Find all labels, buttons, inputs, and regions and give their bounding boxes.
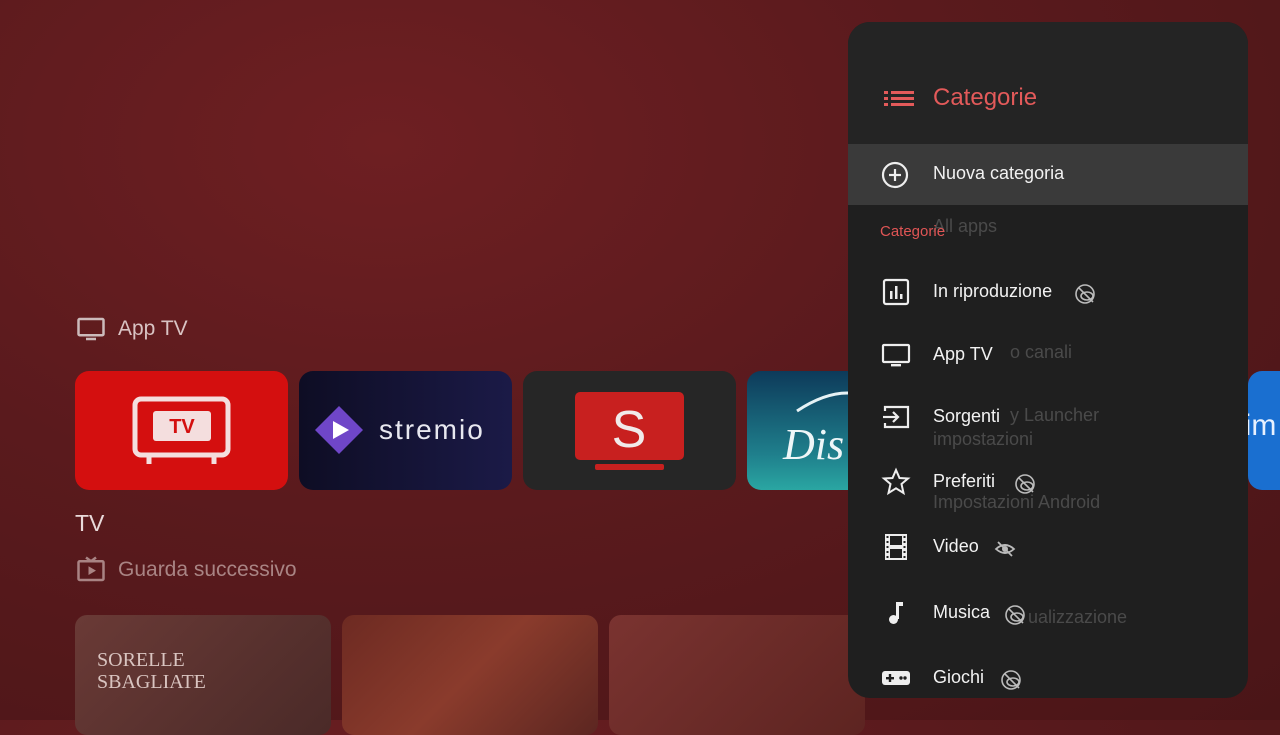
star-icon (881, 467, 911, 496)
category-label: App TV (933, 344, 993, 364)
svg-text:Dis: Dis (782, 420, 844, 469)
hidden-eye-icon (994, 541, 1016, 557)
prime-video-logo: prim (1248, 409, 1277, 442)
play-next-icon (77, 556, 105, 582)
stremio-logo (315, 406, 363, 454)
film-icon (885, 534, 907, 560)
stremio-wordmark: stremio (379, 414, 485, 445)
hidden-eye-icon (1075, 284, 1095, 304)
category-item-app-tv[interactable]: App TV (848, 331, 1248, 379)
watch-next-thumbnail[interactable] (609, 615, 865, 735)
hidden-eye-icon (1001, 670, 1021, 690)
category-item-in-riproduzione[interactable]: In riproduzione (848, 268, 1248, 316)
watch-next-title: Guarda successivo (76, 555, 297, 585)
category-label: Video (933, 536, 979, 556)
category-item-giochi[interactable]: Giochi (848, 654, 1248, 698)
category-label: Musica (933, 602, 991, 622)
category-label: Sorgenti (933, 406, 1001, 426)
new-category-label: Nuova categoria (933, 163, 1065, 183)
input-icon (883, 405, 910, 429)
tv-icon (77, 317, 105, 341)
bar-chart-icon (882, 278, 910, 306)
tv-heading: TV (75, 510, 105, 536)
watch-next-thumbnail[interactable]: SORELLE SBAGLIATE (75, 615, 331, 735)
panel-title: Categorie (933, 84, 1038, 111)
svg-text:S: S (612, 401, 647, 459)
new-category-button[interactable]: Nuova categoria (848, 144, 1248, 205)
category-item-preferiti[interactable]: Preferiti (848, 458, 1248, 506)
tv-app-icon: TV (132, 396, 231, 464)
panel-header: Categorie (848, 22, 1248, 144)
categories-panel: Categorie Nuova categoria All apps o can… (848, 22, 1248, 698)
category-item-musica[interactable]: Musica (848, 589, 1248, 637)
category-label: In riproduzione (933, 281, 1053, 301)
category-item-video[interactable]: Video (848, 523, 1248, 571)
category-label: Giochi (933, 667, 985, 687)
add-circle-icon (881, 161, 909, 189)
tv-icon (881, 343, 911, 367)
app-tile-stremio[interactable]: stremio (299, 371, 512, 490)
hidden-eye-icon (1015, 474, 1035, 494)
music-note-icon (889, 602, 903, 624)
app-tv-row-label: App TV (118, 317, 188, 340)
watch-next-label: Guarda successivo (118, 558, 297, 581)
categories-subheader: Categorie (880, 223, 946, 240)
watch-next-thumbnail[interactable] (342, 615, 598, 735)
svg-text:TV: TV (169, 416, 195, 438)
app-tv-row-title: App TV (76, 314, 188, 344)
thumbnail-title: SORELLE SBAGLIATE (97, 649, 206, 693)
category-label: Preferiti (933, 471, 996, 491)
gamepad-icon (882, 671, 910, 685)
app-tile-s[interactable]: S (523, 371, 736, 490)
app-tile-tv[interactable]: TV (75, 371, 288, 490)
app-tile-prime[interactable]: prim (1248, 371, 1280, 490)
list-icon (884, 91, 914, 106)
s-app-logo: S (575, 392, 684, 470)
category-item-sorgenti[interactable]: Sorgenti (848, 393, 1248, 441)
hidden-eye-icon (1005, 605, 1025, 625)
